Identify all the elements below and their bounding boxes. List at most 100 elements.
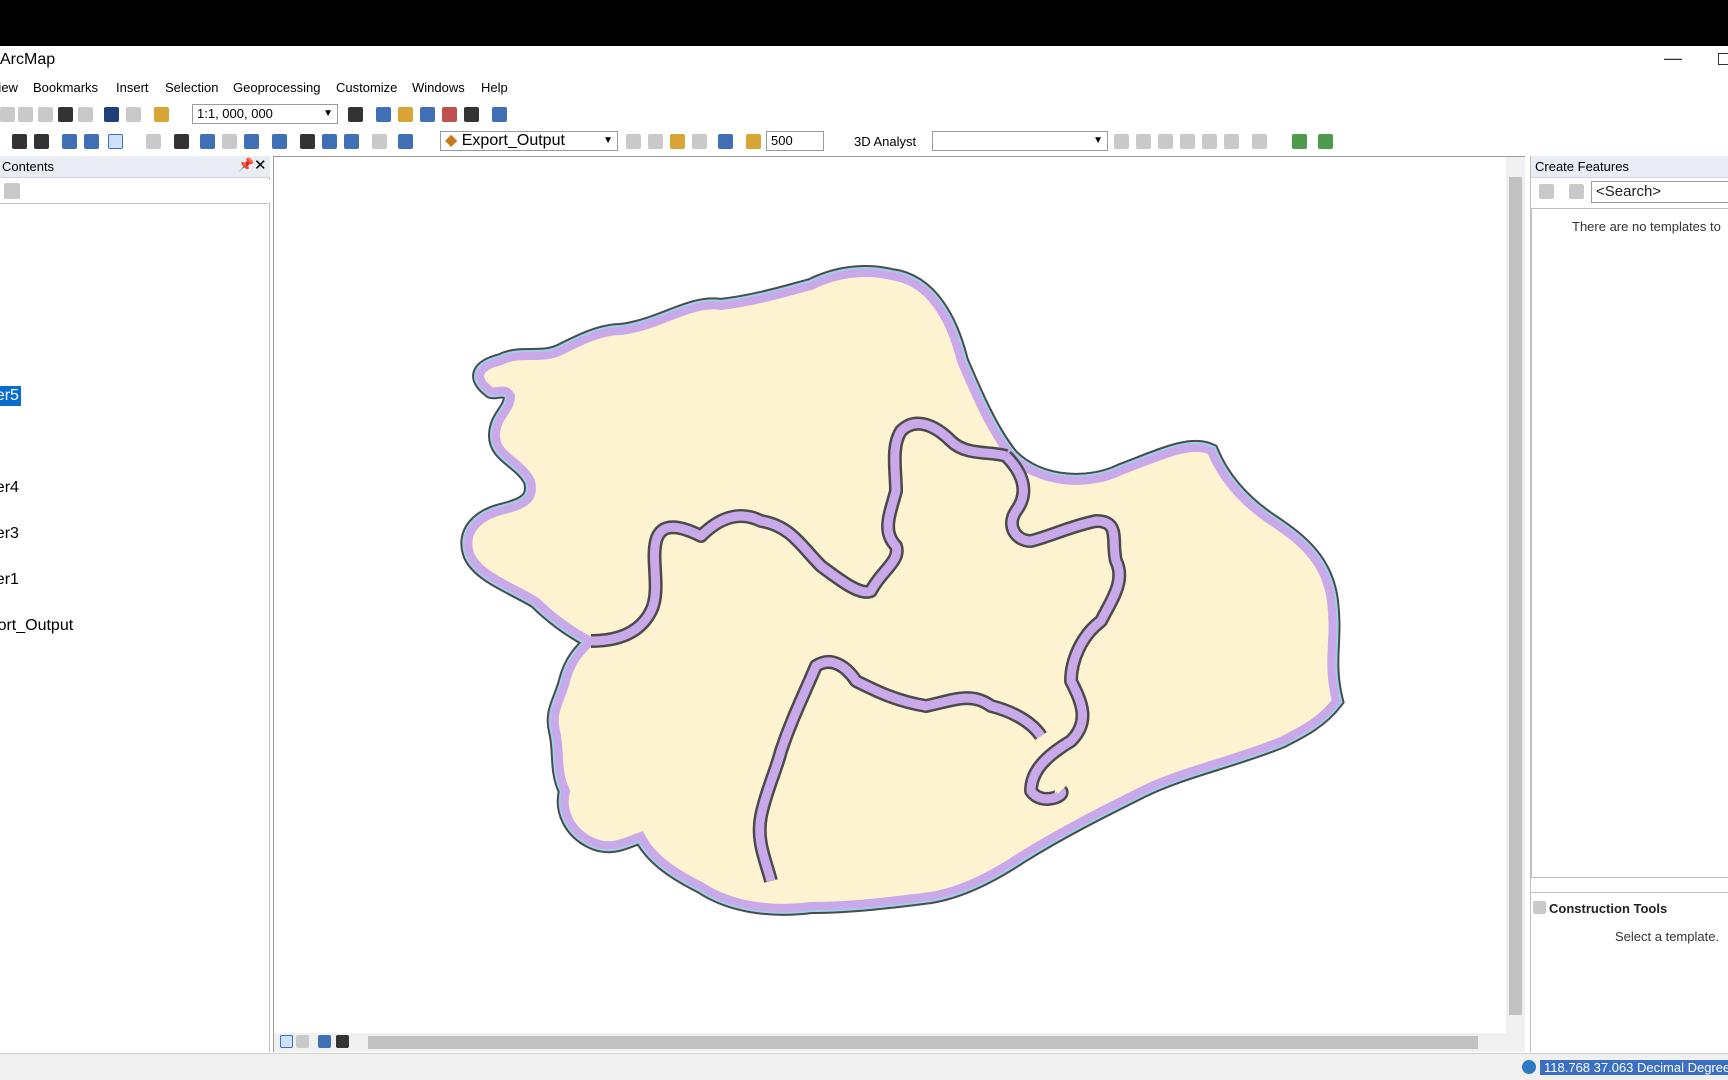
- map-scale-dropdown[interactable]: 1:1, 000, 000 ▼: [192, 104, 338, 124]
- snapping-icon[interactable]: [718, 134, 733, 149]
- status-bar: 118.768 37.063 Decimal Degrees: [0, 1053, 1728, 1080]
- effects-icon[interactable]: [670, 134, 685, 149]
- 3d-analyst-label[interactable]: 3D Analyst: [854, 134, 916, 149]
- app-title: ArcMap: [0, 51, 56, 68]
- pause-drawing-icon[interactable]: [336, 1035, 349, 1048]
- viewer-window-icon[interactable]: [398, 134, 413, 149]
- maximize-button[interactable]: [1718, 53, 1728, 65]
- menu-help[interactable]: Help: [481, 80, 508, 95]
- vertical-scrollbar[interactable]: [1506, 157, 1525, 1033]
- swipe-icon[interactable]: [626, 134, 641, 149]
- 3d-tool-3-icon[interactable]: [1158, 134, 1173, 149]
- layer-item[interactable]: Layer1: [0, 571, 19, 589]
- 3d-tool-5-icon[interactable]: [1202, 134, 1217, 149]
- coordinate-readout: 118.768 37.063 Decimal Degrees: [1540, 1060, 1728, 1075]
- menu-bookmarks[interactable]: Bookmarks: [33, 80, 98, 95]
- tools-toolbar: ◆ Export_Output ▼ 500 3D Analyst ▼: [0, 129, 1728, 155]
- new-icon[interactable]: [0, 107, 15, 122]
- transparency-icon[interactable]: [692, 134, 707, 149]
- html-popup-icon[interactable]: [244, 134, 259, 149]
- paste-icon[interactable]: [58, 107, 73, 122]
- pin-icon[interactable]: 📌: [238, 157, 254, 173]
- measure-icon[interactable]: [272, 134, 287, 149]
- layout-view-icon[interactable]: [296, 1035, 309, 1048]
- select-elements-icon[interactable]: [174, 134, 189, 149]
- select-features-icon[interactable]: [108, 134, 123, 149]
- horizontal-scroll-thumb[interactable]: [368, 1036, 1478, 1049]
- list-by-source-icon[interactable]: [4, 183, 20, 199]
- layer-item[interactable]: Layer3: [0, 525, 19, 543]
- model-builder-icon[interactable]: [492, 107, 507, 122]
- organize-templates-icon[interactable]: [1569, 184, 1584, 199]
- arcglobe-icon[interactable]: [1318, 134, 1333, 149]
- refresh-icon[interactable]: [318, 1035, 331, 1048]
- filter-icon[interactable]: [1539, 184, 1554, 199]
- table-of-contents-icon[interactable]: [376, 107, 391, 122]
- search-window-icon[interactable]: [420, 107, 435, 122]
- arctoolbox-icon[interactable]: [442, 107, 457, 122]
- vertical-scroll-thumb[interactable]: [1509, 177, 1522, 1015]
- redo-icon[interactable]: [126, 107, 141, 122]
- layer-item[interactable]: Export_Output: [0, 617, 73, 635]
- menu-geoprocessing[interactable]: Geoprocessing: [233, 80, 320, 95]
- flicker-icon[interactable]: [648, 134, 663, 149]
- map-scale-value: 1:1, 000, 000: [197, 106, 273, 121]
- search-placeholder: <Search>: [1596, 183, 1662, 200]
- find-icon[interactable]: [300, 134, 315, 149]
- create-features-header: Create Features: [1531, 156, 1728, 178]
- delete-icon[interactable]: [78, 107, 93, 122]
- target-layer-dropdown[interactable]: ◆ Export_Output ▼: [440, 131, 618, 151]
- 3d-tool-4-icon[interactable]: [1180, 134, 1195, 149]
- minimize-button[interactable]: —: [1664, 48, 1682, 69]
- full-extent-icon[interactable]: [12, 134, 27, 149]
- standard-toolbar: 1:1, 000, 000 ▼: [0, 102, 1728, 128]
- cut-icon[interactable]: [18, 107, 33, 122]
- editor-toolbar-icon[interactable]: [348, 107, 363, 122]
- menu-windows[interactable]: Windows: [412, 80, 465, 95]
- identify-icon[interactable]: [200, 134, 215, 149]
- layer-item[interactable]: Layer5: [0, 386, 21, 406]
- tolerance-icon[interactable]: [746, 134, 761, 149]
- forward-icon[interactable]: [84, 134, 99, 149]
- layer-item[interactable]: Layer4: [0, 479, 19, 497]
- 3d-tool-6-icon[interactable]: [1224, 134, 1239, 149]
- tolerance-input[interactable]: 500: [766, 131, 824, 151]
- tolerance-value: 500: [771, 133, 793, 148]
- layer-icon: ◆: [445, 132, 462, 149]
- fixed-zoom-icon[interactable]: [34, 134, 49, 149]
- go-to-xy-icon[interactable]: [344, 134, 359, 149]
- time-slider-icon[interactable]: [372, 134, 387, 149]
- construction-tools-title: Construction Tools: [1549, 901, 1668, 916]
- python-window-icon[interactable]: [464, 107, 479, 122]
- clear-selection-icon[interactable]: [146, 134, 161, 149]
- template-search-input[interactable]: <Search>: [1591, 181, 1728, 203]
- arcscene-icon[interactable]: [1292, 134, 1307, 149]
- 3d-tool-1-icon[interactable]: [1114, 134, 1129, 149]
- menu-bar: View Bookmarks Insert Selection Geoproce…: [0, 76, 1728, 100]
- map-view[interactable]: [273, 156, 1525, 1052]
- back-icon[interactable]: [62, 134, 77, 149]
- 3d-tool-2-icon[interactable]: [1136, 134, 1151, 149]
- menu-insert[interactable]: Insert: [116, 80, 149, 95]
- hyperlink-icon[interactable]: [222, 134, 237, 149]
- horizontal-scrollbar[interactable]: [274, 1033, 1525, 1052]
- copy-icon[interactable]: [38, 107, 53, 122]
- data-view-icon[interactable]: [280, 1035, 293, 1048]
- globe-icon: [1522, 1060, 1536, 1074]
- map-canvas[interactable]: [274, 157, 1508, 1033]
- toc-title: Table Of Contents: [0, 159, 55, 174]
- add-data-icon[interactable]: [154, 107, 169, 122]
- menu-view[interactable]: View: [0, 80, 18, 95]
- 3d-layer-dropdown[interactable]: ▼: [932, 131, 1108, 151]
- close-icon[interactable]: ✕: [254, 156, 267, 174]
- menu-customize[interactable]: Customize: [336, 80, 397, 95]
- construction-tools-icon: [1533, 901, 1546, 914]
- find-route-icon[interactable]: [322, 134, 337, 149]
- profile-graph-icon[interactable]: [1252, 134, 1267, 149]
- toc-header: Table Of Contents 📌 ✕: [0, 156, 270, 178]
- undo-icon[interactable]: [104, 107, 119, 122]
- catalog-window-icon[interactable]: [398, 107, 413, 122]
- table-of-contents-panel: Table Of Contents 📌 ✕ Layer5 Layer4 Laye…: [0, 156, 270, 1052]
- template-list: There are no templates to: [1531, 208, 1728, 878]
- menu-selection[interactable]: Selection: [165, 80, 218, 95]
